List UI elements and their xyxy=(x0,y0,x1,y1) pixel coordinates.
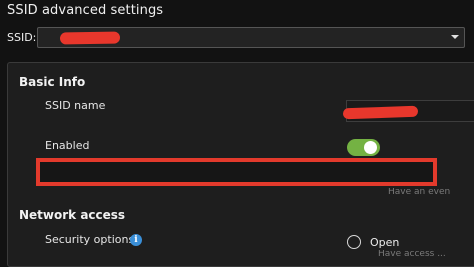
redacted-field-box xyxy=(36,158,437,186)
page-title: SSID advanced settings xyxy=(7,3,164,18)
section-title-network-access: Network access xyxy=(19,208,126,222)
chevron-down-icon[interactable] xyxy=(450,32,460,42)
ssid-name-label: SSID name xyxy=(45,99,106,112)
toggle-knob xyxy=(364,141,377,154)
security-open-radio[interactable] xyxy=(347,235,361,249)
hint-text: Have an even xyxy=(388,188,451,197)
enabled-label: Enabled xyxy=(45,139,90,152)
section-title-basic-info: Basic Info xyxy=(19,75,86,89)
security-open-label: Open xyxy=(370,236,400,249)
hint-text: Have access ... xyxy=(378,250,446,259)
security-options-label: Security options xyxy=(45,233,135,246)
ssid-selector-label: SSID: xyxy=(7,31,37,44)
redacted-ssid-value xyxy=(59,31,121,45)
info-icon[interactable]: i xyxy=(130,234,142,246)
